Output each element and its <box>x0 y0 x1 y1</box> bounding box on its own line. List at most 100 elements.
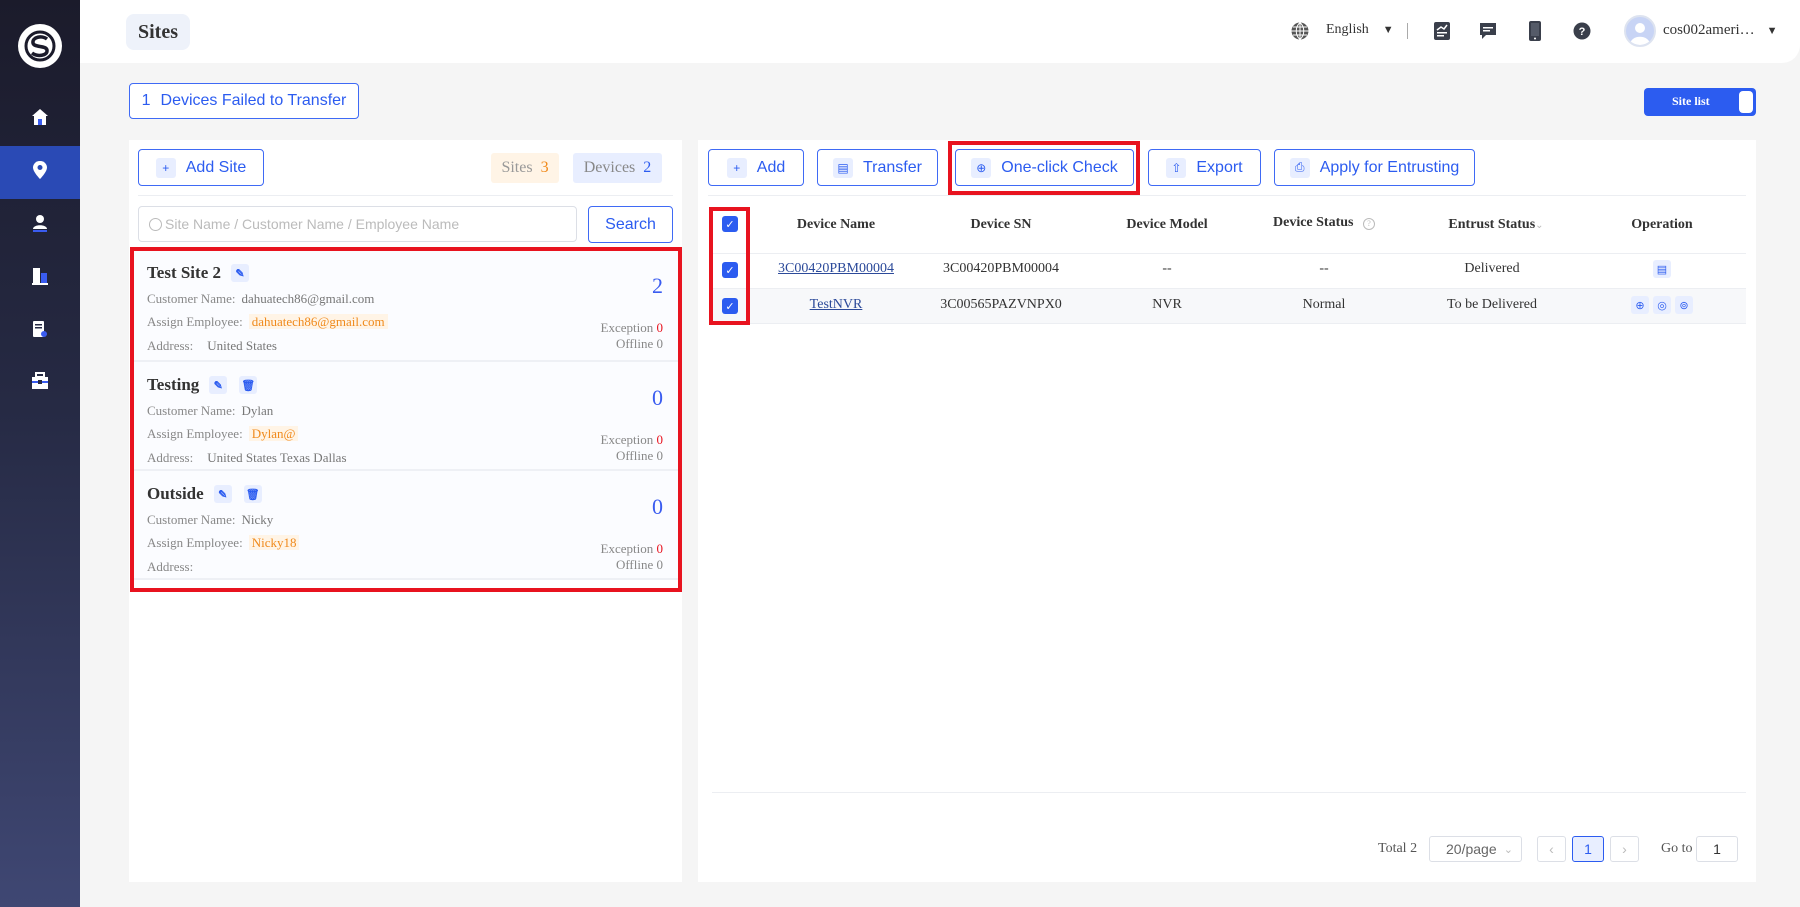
sidebar <box>0 0 80 907</box>
divider <box>138 195 673 196</box>
sidebar-item-sites[interactable] <box>0 146 80 199</box>
upload-icon: ⇧ <box>1166 157 1187 178</box>
detail-icon[interactable]: ▤ <box>1653 260 1671 278</box>
col-entrust-status[interactable]: Entrust Status⌄ <box>1448 217 1543 233</box>
assigned-employee: Dylan@ <box>248 426 299 441</box>
chevron-right-icon: › <box>1622 841 1627 857</box>
page-title: Sites <box>126 14 190 50</box>
export-button[interactable]: ⇧ Export <box>1148 149 1261 186</box>
zoom-check-icon[interactable]: ⊕ <box>1631 296 1649 314</box>
row-checkbox[interactable]: ✓ <box>722 262 738 278</box>
sidebar-item-reports[interactable] <box>0 305 80 358</box>
customer-label: Customer Name: <box>147 512 236 527</box>
building-icon <box>31 267 49 290</box>
col-operation: Operation <box>1631 217 1693 232</box>
add-device-button[interactable]: + Add <box>708 149 804 186</box>
exception-count: Exception 0 <box>600 541 663 556</box>
customer-label: Customer Name: <box>147 291 236 306</box>
globe-icon[interactable] <box>1289 20 1311 42</box>
edit-icon[interactable]: ✎ <box>231 264 249 282</box>
sort-chevron-icon: ⌄ <box>1535 220 1544 231</box>
apply-entrusting-button[interactable]: ⎙ Apply for Entrusting <box>1274 149 1475 186</box>
avatar[interactable] <box>1624 15 1656 47</box>
edit-icon[interactable]: ✎ <box>209 376 228 394</box>
settings-icon[interactable]: ⊚ <box>1675 296 1693 314</box>
task-board-icon[interactable] <box>1431 20 1453 42</box>
device-model: -- <box>1162 261 1172 276</box>
entrust-status: To be Delivered <box>1447 297 1537 312</box>
toolbox-icon <box>31 372 49 395</box>
edit-icon[interactable]: ✎ <box>213 485 232 503</box>
header-divider <box>1407 23 1408 39</box>
customer-name: Dylan <box>241 403 274 418</box>
sidebar-item-users[interactable] <box>0 199 80 252</box>
language-selector[interactable]: English ▼ <box>1326 22 1394 38</box>
compass-icon[interactable]: ◎ <box>1653 296 1671 314</box>
sidebar-item-home[interactable] <box>0 93 80 146</box>
device-name-link[interactable]: TestNVR <box>810 297 863 313</box>
row-checkbox[interactable]: ✓ <box>722 298 738 314</box>
page-1-button[interactable]: 1 <box>1572 836 1604 862</box>
site-card[interactable]: Outside ✎ 🗑 Customer Name: Nicky Assign Emp… <box>133 471 679 580</box>
prev-page-button[interactable]: ‹ <box>1537 836 1566 862</box>
caret-down-icon: ▼ <box>1766 24 1778 37</box>
device-name-link[interactable]: 3C00420PBM00004 <box>778 261 894 277</box>
employee-label: Assign Employee: <box>147 314 243 329</box>
search-placeholder: Site Name / Customer Name / Employee Nam… <box>165 216 460 232</box>
sidebar-item-organization[interactable] <box>0 252 80 305</box>
device-model: NVR <box>1152 297 1182 312</box>
device-sn: 3C00420PBM00004 <box>943 261 1059 276</box>
customer-name: dahuatech86@gmail.com <box>241 291 375 306</box>
entrust-status: Delivered <box>1464 261 1520 276</box>
device-count: 0 <box>652 494 663 519</box>
location-pin-icon <box>32 160 48 185</box>
site-list-toggle[interactable]: Site list <box>1644 88 1756 116</box>
offline-count: Offline 0 <box>615 448 663 463</box>
user-menu[interactable]: cos002ameri… ▼ <box>1663 22 1778 39</box>
employee-label: Assign Employee: <box>147 535 243 550</box>
col-device-sn: Device SN <box>970 217 1032 232</box>
page-size-select[interactable]: 20/page ⌄ <box>1429 836 1522 862</box>
plus-icon: + <box>726 157 747 178</box>
site-card[interactable]: Test Site 2 ✎ Customer Name: dahuatech86@g… <box>133 250 679 362</box>
home-icon <box>31 108 49 131</box>
site-card[interactable]: Testing ✎ 🗑 Customer Name: Dylan Assign Emp… <box>133 362 679 471</box>
divider <box>712 792 1746 793</box>
document-icon: ▤ <box>833 157 853 178</box>
address-label: Address: <box>147 559 194 574</box>
delete-icon[interactable]: 🗑 <box>239 376 258 394</box>
svg-text:?: ? <box>1579 26 1586 38</box>
address: United States Texas Dallas <box>207 450 347 465</box>
chevron-left-icon: ‹ <box>1549 841 1554 857</box>
next-page-button[interactable]: › <box>1610 836 1639 862</box>
one-click-check-button[interactable]: ⊕ One-click Check <box>955 149 1134 186</box>
language-label: English <box>1326 22 1369 37</box>
mobile-device-icon[interactable] <box>1524 20 1546 42</box>
sites-count-badge: Sites 3 <box>491 153 559 183</box>
info-icon[interactable]: ? <box>1363 218 1375 230</box>
site-name: Test Site 2 <box>147 263 221 282</box>
transfer-button[interactable]: ▤ Transfer <box>817 149 938 186</box>
goto-page-input[interactable]: 1 <box>1696 836 1738 862</box>
message-icon[interactable] <box>1477 20 1499 42</box>
failed-count: 1 <box>141 92 151 109</box>
device-status: Normal <box>1302 297 1346 312</box>
row-operations: ▤ <box>1651 260 1673 278</box>
sidebar-item-toolbox[interactable] <box>0 357 80 410</box>
site-search-input[interactable]: Site Name / Customer Name / Employee Nam… <box>138 206 577 242</box>
add-site-label: Add Site <box>185 158 247 176</box>
row-operations: ⊕ ◎ ⊚ <box>1629 296 1695 314</box>
employee-label: Assign Employee: <box>147 426 243 441</box>
devices-failed-transfer-button[interactable]: 1 Devices Failed to Transfer <box>129 83 359 119</box>
search-button[interactable]: Search <box>588 206 673 243</box>
delete-icon[interactable]: 🗑 <box>243 485 262 503</box>
user-icon <box>31 214 49 237</box>
address-label: Address: <box>147 450 194 465</box>
add-site-button[interactable]: + Add Site <box>138 149 264 186</box>
device-count: 2 <box>652 273 663 298</box>
select-all-checkbox[interactable]: ✓ <box>722 216 738 232</box>
help-icon[interactable]: ? <box>1571 20 1593 42</box>
toggle-knob <box>1739 91 1753 113</box>
exception-count: Exception 0 <box>600 320 663 335</box>
devices-count-badge: Devices 2 <box>573 153 662 183</box>
